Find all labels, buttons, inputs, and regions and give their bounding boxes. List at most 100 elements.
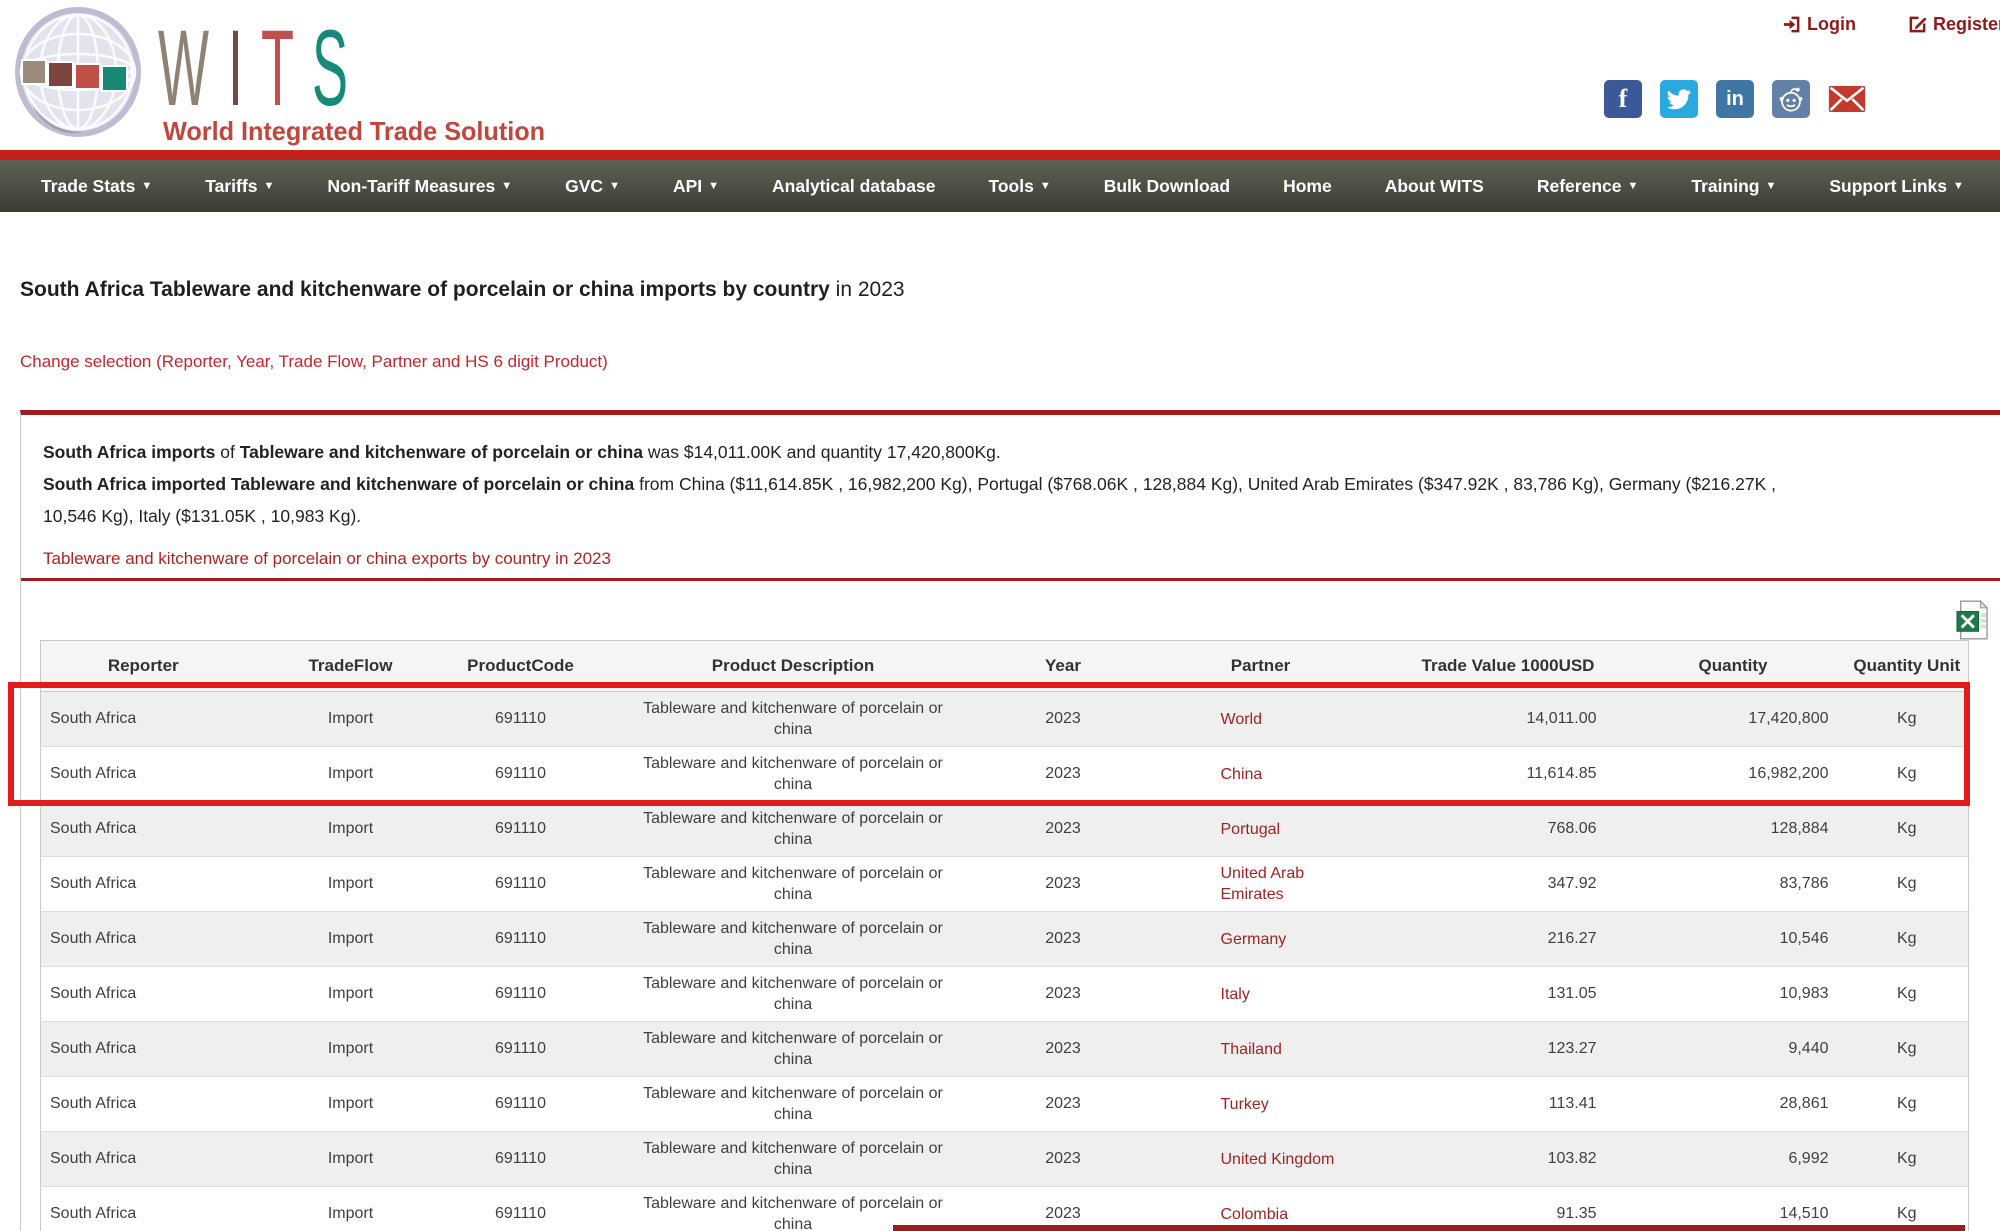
envelope [1828, 83, 1866, 115]
nav-item[interactable]: Trade Stats ▼ [41, 176, 152, 197]
cell-tradeflow: Import [246, 1187, 456, 1231]
partner-link[interactable]: Italy [1221, 984, 1250, 1005]
cell-year: 2023 [1001, 802, 1126, 857]
cell-quantity-unit: Kg [1846, 1077, 1969, 1132]
cell-productcode: 691110 [456, 857, 586, 912]
cell-description: Tableware and kitchenware of porcelain o… [586, 1022, 1001, 1077]
description-text: Tableware and kitchenware of porcelain o… [626, 698, 961, 740]
nav-item-label: API [673, 176, 702, 197]
chevron-down-icon: ▼ [609, 181, 620, 192]
partner-link[interactable]: United Arab Emirates [1221, 863, 1361, 905]
linkedin-icon[interactable]: in [1716, 80, 1754, 118]
chevron-down-icon: ▼ [708, 181, 719, 192]
cell-partner: World [1126, 692, 1396, 747]
partner-link[interactable]: Thailand [1221, 1039, 1282, 1060]
nav-item-label: Support Links [1829, 176, 1947, 197]
nav-item-label: Home [1283, 176, 1332, 197]
partner-link[interactable]: Colombia [1221, 1204, 1289, 1225]
nav-item[interactable]: Bulk Download [1104, 176, 1230, 197]
excel-export-icon[interactable] [1956, 600, 1988, 645]
login-link[interactable]: Login [1782, 14, 1856, 35]
table-header: ReporterTradeFlowProductCodeProduct Desc… [41, 641, 1969, 692]
cell-quantity-unit: Kg [1846, 1022, 1969, 1077]
reddit-icon[interactable] [1772, 80, 1810, 118]
cell-quantity-unit: Kg [1846, 747, 1969, 802]
column-header[interactable]: Quantity [1621, 641, 1846, 692]
column-header[interactable]: Quantity Unit [1846, 641, 1969, 692]
register-label: Register [1933, 14, 2000, 35]
cell-productcode: 691110 [456, 747, 586, 802]
cell-productcode: 691110 [456, 1022, 586, 1077]
table-body: South Africa Import 691110 Tableware and… [41, 692, 1969, 1231]
cell-productcode: 691110 [456, 912, 586, 967]
cell-quantity-unit: Kg [1846, 967, 1969, 1022]
chevron-down-icon: ▼ [263, 181, 274, 192]
cell-quantity: 9,440 [1621, 1022, 1846, 1077]
nav-item[interactable]: Tools ▼ [988, 176, 1050, 197]
nav-item-label: GVC [565, 176, 603, 197]
cell-partner: Turkey [1126, 1077, 1396, 1132]
nav-item[interactable]: Tariffs ▼ [205, 176, 274, 197]
column-header[interactable]: Partner [1126, 641, 1396, 692]
facebook-icon[interactable]: f [1604, 80, 1642, 118]
table-row: South Africa Import 691110 Tableware and… [41, 1022, 1969, 1077]
partner-link[interactable]: Turkey [1221, 1094, 1269, 1115]
exports-section-link[interactable]: Tableware and kitchenware of porcelain o… [43, 549, 2000, 569]
cell-trade-value: 216.27 [1396, 912, 1621, 967]
cell-productcode: 691110 [456, 1187, 586, 1231]
nav-item[interactable]: Home [1283, 176, 1332, 197]
nav-item[interactable]: Training ▼ [1691, 176, 1776, 197]
cell-productcode: 691110 [456, 692, 586, 747]
bottom-red-line [893, 1225, 1965, 1231]
nav-list: Trade Stats ▼ Tariffs ▼ Non-Tariff Measu… [0, 160, 2000, 212]
email-icon[interactable] [1828, 80, 1866, 118]
wits-globe-logo[interactable] [14, 6, 142, 143]
partner-link[interactable]: China [1221, 764, 1263, 785]
table-row: South Africa Import 691110 Tableware and… [41, 857, 1969, 912]
wits-wordmark: W I T S [158, 14, 350, 122]
cell-tradeflow: Import [246, 802, 456, 857]
nav-item-label: Training [1691, 176, 1759, 197]
cell-quantity-unit: Kg [1846, 912, 1969, 967]
wits-letter: T [261, 7, 295, 128]
cell-year: 2023 [1001, 967, 1126, 1022]
nav-item[interactable]: About WITS [1385, 176, 1484, 197]
cell-description: Tableware and kitchenware of porcelain o… [586, 802, 1001, 857]
cell-productcode: 691110 [456, 967, 586, 1022]
column-header[interactable]: Year [1001, 641, 1126, 692]
cell-trade-value: 103.82 [1396, 1132, 1621, 1187]
trade-table-wrap: ReporterTradeFlowProductCodeProduct Desc… [40, 640, 1968, 1231]
partner-link[interactable]: United Kingdom [1221, 1149, 1335, 1170]
cell-trade-value: 14,011.00 [1396, 692, 1621, 747]
summary-text: was $14,011.00K and quantity 17,420,800K… [643, 442, 1001, 462]
partner-link[interactable]: Germany [1221, 929, 1287, 950]
register-link[interactable]: Register [1908, 14, 2000, 35]
trade-table: ReporterTradeFlowProductCodeProduct Desc… [40, 640, 1969, 1231]
column-header[interactable]: Trade Value 1000USD [1396, 641, 1621, 692]
linkedin-glyph: in [1726, 88, 1744, 111]
nav-item[interactable]: Analytical database [772, 176, 935, 197]
nav-item[interactable]: Support Links ▼ [1829, 176, 1964, 197]
column-header[interactable]: Product Description [586, 641, 1001, 692]
chevron-down-icon: ▼ [1628, 181, 1639, 192]
change-selection-link[interactable]: Change selection (Reporter, Year, Trade … [20, 352, 608, 372]
table-row: South Africa Import 691110 Tableware and… [41, 1132, 1969, 1187]
cell-reporter: South Africa [41, 802, 246, 857]
nav-item[interactable]: API ▼ [673, 176, 719, 197]
twitter-icon[interactable] [1660, 80, 1698, 118]
column-header[interactable]: TradeFlow [246, 641, 456, 692]
main-nav: Trade Stats ▼ Tariffs ▼ Non-Tariff Measu… [0, 160, 2000, 212]
column-header[interactable]: Reporter [41, 641, 246, 692]
wits-page: W I T S World Integrated Trade Solution … [0, 0, 2000, 1231]
nav-item[interactable]: Non-Tariff Measures ▼ [327, 176, 512, 197]
nav-item[interactable]: Reference ▼ [1537, 176, 1639, 197]
column-header[interactable]: ProductCode [456, 641, 586, 692]
nav-item[interactable]: GVC ▼ [565, 176, 620, 197]
chevron-down-icon: ▼ [1765, 181, 1776, 192]
partner-link[interactable]: World [1221, 709, 1263, 730]
summary-line-2: South Africa imported Tableware and kitc… [43, 468, 2000, 500]
cell-trade-value: 11,614.85 [1396, 747, 1621, 802]
wits-letter: I [228, 7, 245, 128]
partner-link[interactable]: Portugal [1221, 819, 1281, 840]
description-text: Tableware and kitchenware of porcelain o… [626, 918, 961, 960]
